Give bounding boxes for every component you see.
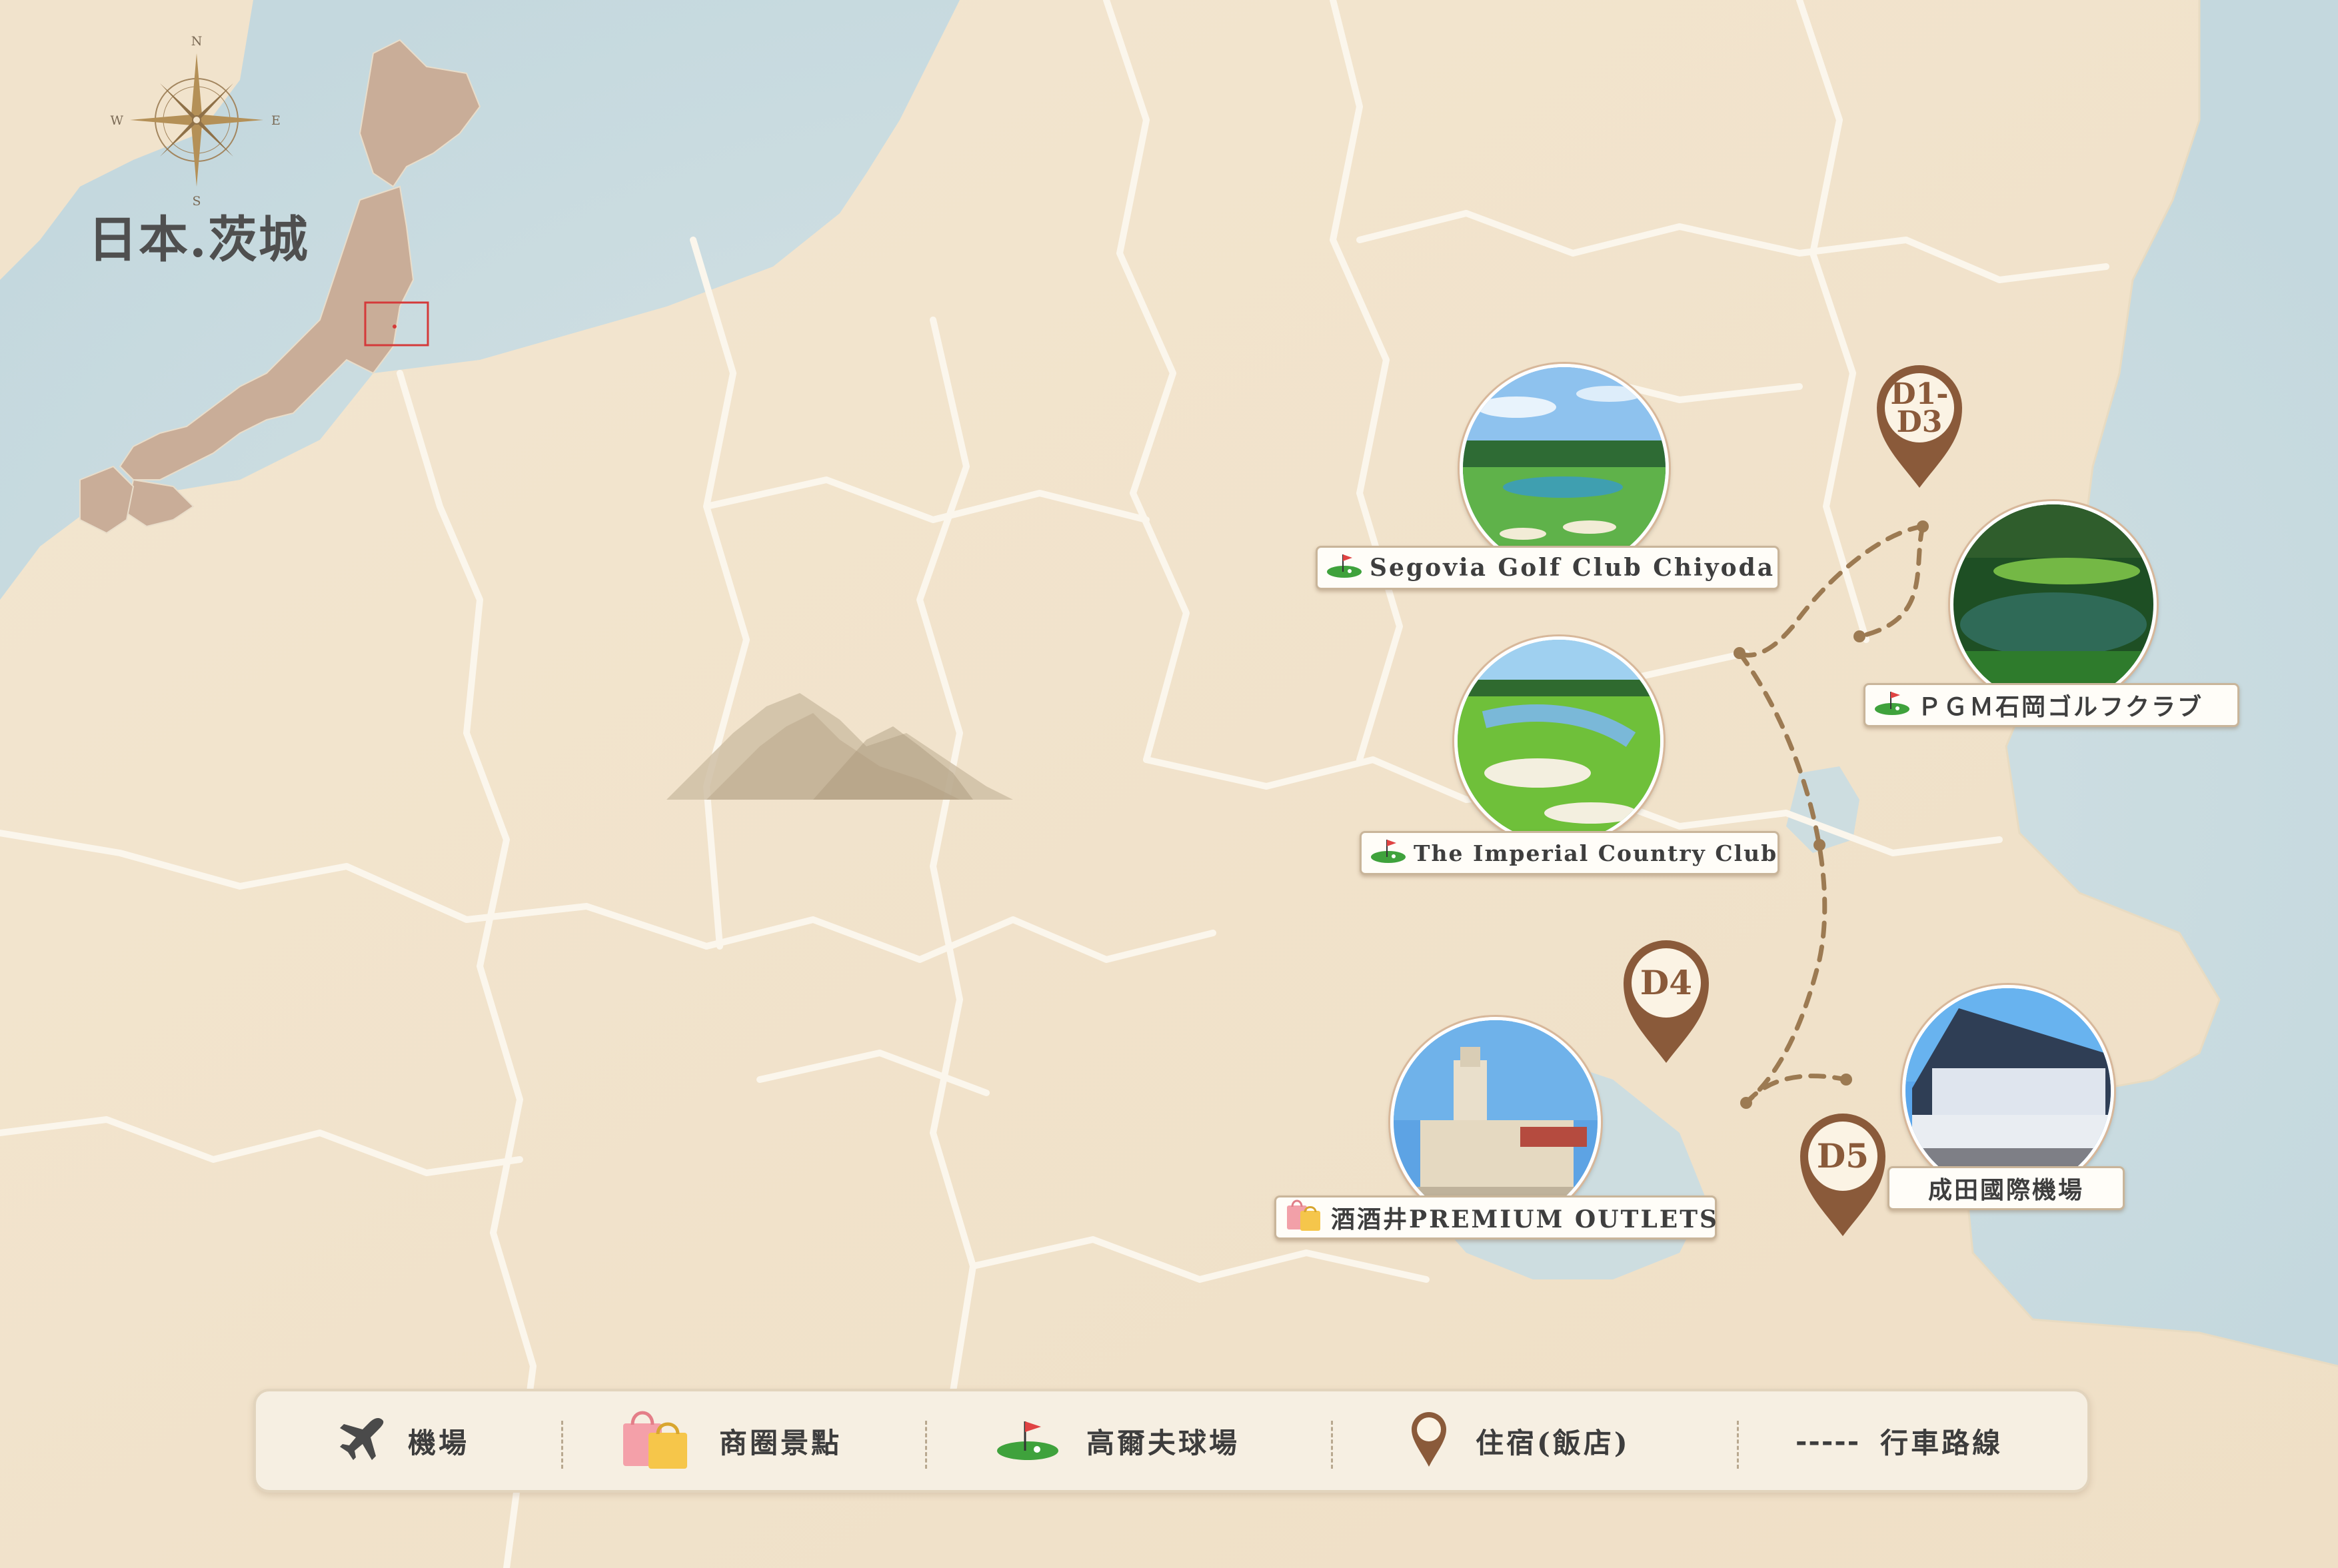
place-label-narita-airport[interactable]: 成田國際機場 (1887, 1166, 2125, 1210)
golf-flag-icon (996, 1417, 1060, 1464)
place-label-segovia[interactable]: Segovia Golf Club Chiyoda (1316, 546, 1779, 590)
place-label-imperial[interactable]: The Imperial Country Club (1360, 831, 1779, 875)
legend-label-shopping: 商圈景點 (719, 1426, 842, 1459)
golf-flag-icon (1873, 689, 1911, 722)
legend-item-airport: 機場 (336, 1391, 469, 1490)
legend-separator (925, 1421, 927, 1469)
map-background: N S W E D1- D3 D4 D5 (0, 0, 2338, 1568)
segovia-photo[interactable] (1460, 364, 1669, 573)
place-label-pgm-ishioka[interactable]: ＰＧＭ石岡ゴルフクラブ (1863, 683, 2239, 727)
compass-east: E (271, 113, 281, 128)
compass-west: W (110, 113, 123, 128)
place-name: 成田國際機場 (1927, 1176, 2084, 1204)
marker-label-d4: D4 (1640, 963, 1692, 1002)
imperial-country-club-photo[interactable] (1454, 636, 1664, 846)
legend-item-shopping: 商圈景點 (619, 1391, 842, 1490)
place-name: 酒酒井PREMIUM OUTLETS (1331, 1205, 1719, 1233)
legend-item-hotel: 住宿(飯店) (1409, 1391, 1630, 1490)
airplane-icon (336, 1413, 388, 1468)
golf-flag-icon (1370, 837, 1407, 870)
route-line-symbol: ----- (1795, 1424, 1861, 1457)
legend-label-golf: 高爾夫球場 (1086, 1426, 1240, 1459)
shopping-bag-icon (619, 1407, 692, 1474)
legend-item-golf: 高爾夫球場 (996, 1391, 1240, 1490)
shopping-bag-icon (1284, 1197, 1324, 1238)
legend-label-hotel: 住宿(飯店) (1476, 1426, 1630, 1459)
place-name: The Imperial Country Club (1414, 840, 1778, 866)
legend-item-route: ----- 行車路線 (1795, 1391, 2003, 1490)
marker-label-d3: D3 (1897, 405, 1943, 439)
map-title: 日本.茨城 (88, 211, 309, 269)
legend-label-route: 行車路線 (1880, 1426, 2003, 1459)
place-name: ＰＧＭ石岡ゴルフクラブ (1917, 693, 2204, 721)
ibaraki-dot (393, 325, 397, 329)
golf-flag-icon (1326, 552, 1363, 584)
pgm-ishioka-photo[interactable] (1950, 501, 2157, 708)
map-legend: 機場 商圈景點 高爾夫球場 住宿(飯店) ----- 行車路線 (253, 1389, 2090, 1493)
legend-separator (561, 1421, 563, 1469)
place-name: Segovia Golf Club Chiyoda (1370, 554, 1775, 582)
place-label-shisui-outlets[interactable]: 酒酒井PREMIUM OUTLETS (1274, 1195, 1717, 1239)
legend-separator (1331, 1421, 1333, 1469)
map-pin-icon (1409, 1411, 1449, 1471)
legend-label-airport: 機場 (408, 1426, 470, 1459)
marker-label-d5: D5 (1817, 1136, 1869, 1176)
compass-north: N (191, 34, 203, 49)
narita-airport-photo[interactable] (1902, 985, 2114, 1197)
legend-separator (1737, 1421, 1739, 1469)
